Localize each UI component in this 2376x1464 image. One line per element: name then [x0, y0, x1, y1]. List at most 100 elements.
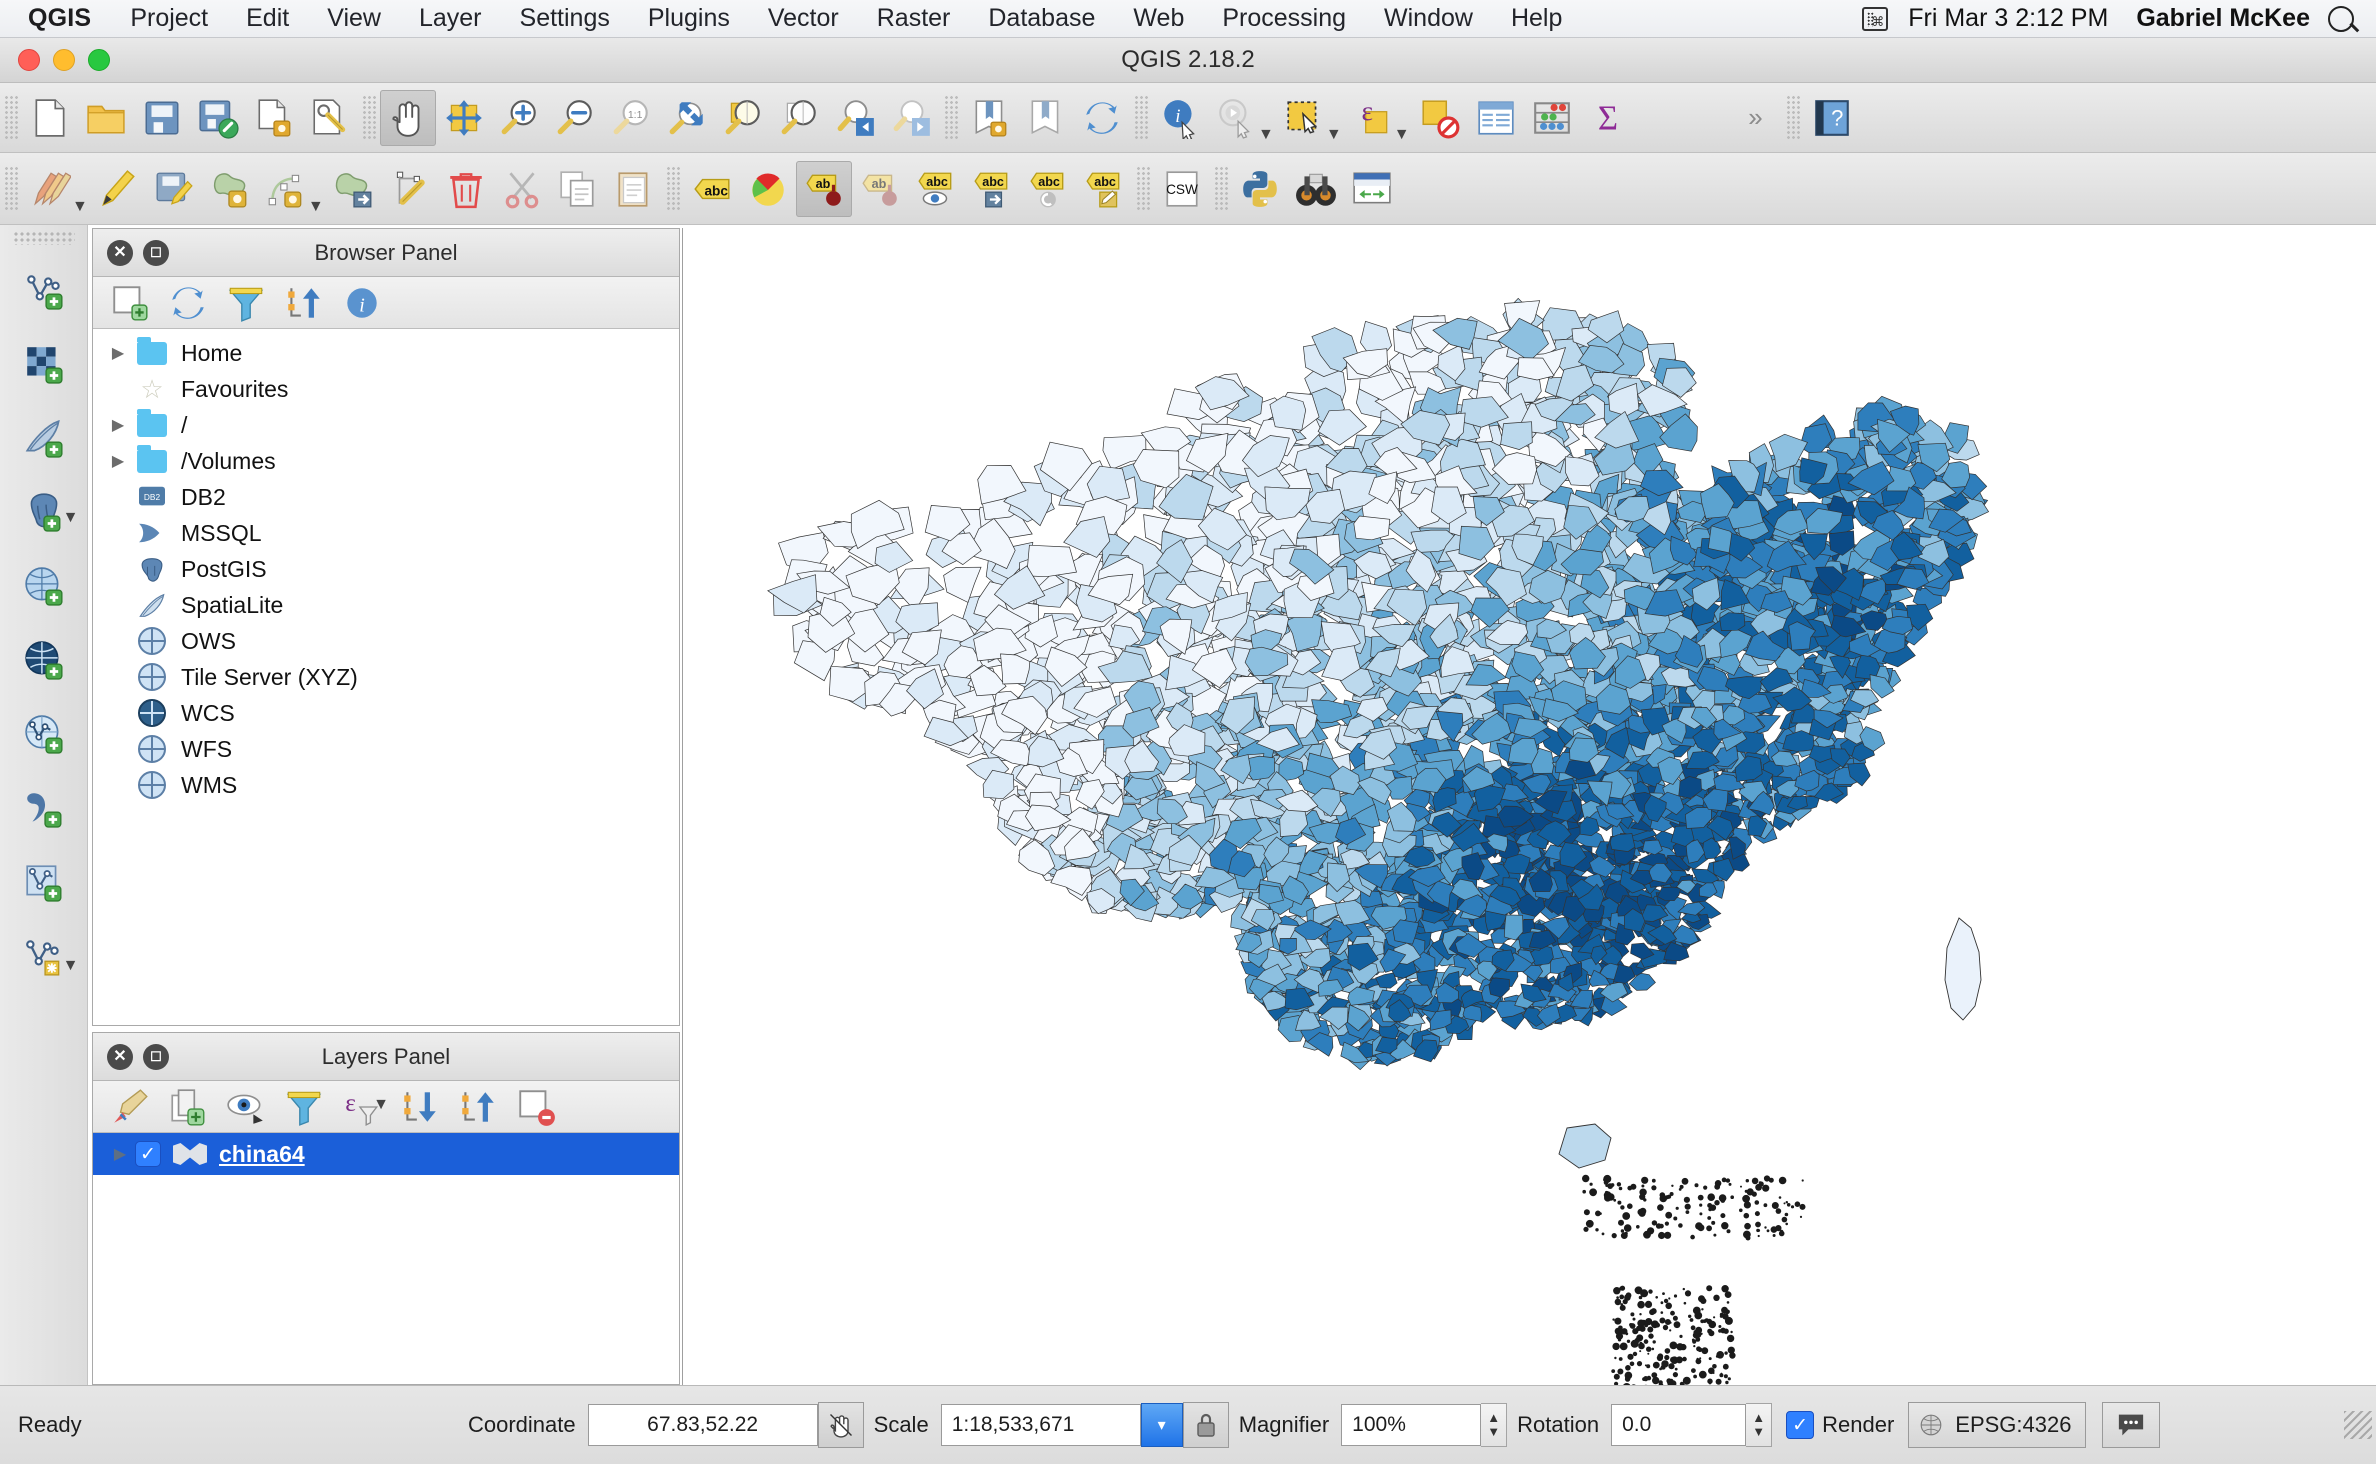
browser-item-home[interactable]: ▶Home: [93, 335, 679, 371]
cut-features-button[interactable]: [494, 161, 550, 217]
paste-features-button[interactable]: [606, 161, 662, 217]
chevron-down-icon[interactable]: ▼: [373, 1096, 389, 1114]
menu-web[interactable]: Web: [1114, 4, 1203, 33]
enable-properties-widget-button[interactable]: i: [333, 280, 391, 326]
add-wfs-layer-button[interactable]: [9, 697, 79, 771]
zoom-to-selection-button[interactable]: [772, 90, 828, 146]
zoom-to-layer-button[interactable]: [716, 90, 772, 146]
zoom-next-button[interactable]: [884, 90, 940, 146]
menu-help[interactable]: Help: [1492, 4, 1581, 33]
osm-binoculars-button[interactable]: [1288, 161, 1344, 217]
scale-input[interactable]: 1:18,533,671: [941, 1404, 1141, 1446]
add-selected-layers-button[interactable]: [101, 280, 159, 326]
menu-settings[interactable]: Settings: [501, 4, 629, 33]
statistical-summary-button[interactable]: Σ: [1580, 90, 1636, 146]
add-postgis-layer-button[interactable]: ▼: [9, 475, 79, 549]
add-spatialite-layer-button[interactable]: [9, 401, 79, 475]
add-polygon-feature-button[interactable]: [202, 161, 258, 217]
add-delimited-text-layer-button[interactable]: [9, 771, 79, 845]
copy-features-button[interactable]: [550, 161, 606, 217]
layer-item-china64[interactable]: ▶✓china64: [93, 1133, 679, 1175]
zoom-window-button[interactable]: [88, 49, 110, 71]
zoom-out-button[interactable]: [548, 90, 604, 146]
refresh-button[interactable]: [1074, 90, 1130, 146]
move-label-button[interactable]: abc: [964, 161, 1020, 217]
composer-manager-button[interactable]: [302, 90, 358, 146]
close-window-button[interactable]: [18, 49, 40, 71]
lock-scale-button[interactable]: [1183, 1402, 1229, 1448]
toolbar-grip[interactable]: [1786, 95, 1800, 141]
add-wms-layer-button[interactable]: [9, 549, 79, 623]
toolbar-grip[interactable]: [1214, 166, 1228, 212]
filter-legend-expression-button[interactable]: ε ▼: [333, 1084, 391, 1130]
open-layer-styling-button[interactable]: [101, 1084, 159, 1130]
current-edits-button[interactable]: [22, 161, 78, 217]
close-icon[interactable]: ✕: [107, 240, 133, 266]
menu-plugins[interactable]: Plugins: [629, 4, 749, 33]
new-memory-layer-button[interactable]: ▼: [9, 919, 79, 993]
expand-arrow-icon[interactable]: ▶: [103, 415, 133, 435]
minimize-window-button[interactable]: [53, 49, 75, 71]
browser-item-wcs[interactable]: WCS: [93, 695, 679, 731]
expand-arrow-icon[interactable]: ▶: [103, 343, 133, 363]
label-layer-button[interactable]: abc: [684, 161, 740, 217]
show-bookmarks-button[interactable]: [1018, 90, 1074, 146]
new-project-button[interactable]: [22, 90, 78, 146]
menu-edit[interactable]: Edit: [227, 4, 308, 33]
menubar-clock[interactable]: Fri Mar 3 2:12 PM: [1898, 4, 2118, 33]
run-feature-action-button[interactable]: [1208, 90, 1264, 146]
menu-layer[interactable]: Layer: [400, 4, 501, 33]
expand-arrow-icon[interactable]: ▶: [105, 1144, 135, 1164]
map-canvas[interactable]: [682, 228, 2376, 1385]
chevron-down-icon[interactable]: ▼: [63, 509, 79, 527]
browser-item-tile-server-xyz[interactable]: Tile Server (XYZ): [93, 659, 679, 695]
browser-item-wfs[interactable]: WFS: [93, 731, 679, 767]
coordinate-input[interactable]: 67.83,52.22: [588, 1404, 818, 1446]
menu-view[interactable]: View: [308, 4, 400, 33]
save-layer-edits-button[interactable]: [146, 161, 202, 217]
field-calculator-button[interactable]: [1524, 90, 1580, 146]
collapse-all-button[interactable]: [449, 1084, 507, 1130]
new-print-composer-button[interactable]: [246, 90, 302, 146]
pan-to-selection-button[interactable]: [436, 90, 492, 146]
select-by-expression-button[interactable]: ε: [1344, 90, 1400, 146]
remove-layer-button[interactable]: [507, 1084, 565, 1130]
delete-selected-button[interactable]: [438, 161, 494, 217]
manage-layer-visibility-button[interactable]: [217, 1084, 275, 1130]
menu-processing[interactable]: Processing: [1203, 4, 1365, 33]
rotation-stepper[interactable]: ▲▼: [1746, 1403, 1772, 1447]
toolbar-grip[interactable]: [362, 95, 376, 141]
toggle-editing-button[interactable]: [90, 161, 146, 217]
toolbar-grip[interactable]: [944, 95, 958, 141]
coordinate-capture-icon[interactable]: [818, 1402, 864, 1448]
show-hide-labels-button[interactable]: abc: [908, 161, 964, 217]
toolbar-grip[interactable]: [666, 166, 680, 212]
toolbar-grip[interactable]: [4, 95, 18, 141]
scale-dropdown-button[interactable]: ▾: [1141, 1403, 1183, 1447]
add-wcs-layer-button[interactable]: [9, 623, 79, 697]
menu-app-name[interactable]: QGIS: [0, 4, 111, 33]
menu-window[interactable]: Window: [1365, 4, 1492, 33]
node-tool-button[interactable]: [382, 161, 438, 217]
expand-arrow-icon[interactable]: ▶: [103, 451, 133, 471]
browser-item-ows[interactable]: OWS: [93, 623, 679, 659]
keyboard-input-icon[interactable]: [1862, 7, 1888, 31]
expand-all-button[interactable]: [391, 1084, 449, 1130]
style-layer-button[interactable]: [740, 161, 796, 217]
python-console-button[interactable]: [1232, 161, 1288, 217]
window-resize-grip[interactable]: [2344, 1411, 2372, 1439]
magnifier-stepper[interactable]: ▲▼: [1481, 1403, 1507, 1447]
toolbar-overflow-button[interactable]: »: [1726, 90, 1782, 146]
pan-map-button[interactable]: [380, 90, 436, 146]
zoom-in-button[interactable]: [492, 90, 548, 146]
help-button[interactable]: ?: [1804, 90, 1860, 146]
refresh-browser-button[interactable]: [159, 280, 217, 326]
add-raster-layer-button[interactable]: [9, 327, 79, 401]
browser-item-db2[interactable]: DB2DB2: [93, 479, 679, 515]
identify-features-button[interactable]: i: [1152, 90, 1208, 146]
open-attribute-table-button[interactable]: [1468, 90, 1524, 146]
add-vector-layer-button[interactable]: [9, 253, 79, 327]
browser-item-postgis[interactable]: PostGIS: [93, 551, 679, 587]
crs-status-button[interactable]: EPSG:4326: [1908, 1402, 2086, 1448]
menubar-user-name[interactable]: Gabriel McKee: [2118, 4, 2328, 33]
